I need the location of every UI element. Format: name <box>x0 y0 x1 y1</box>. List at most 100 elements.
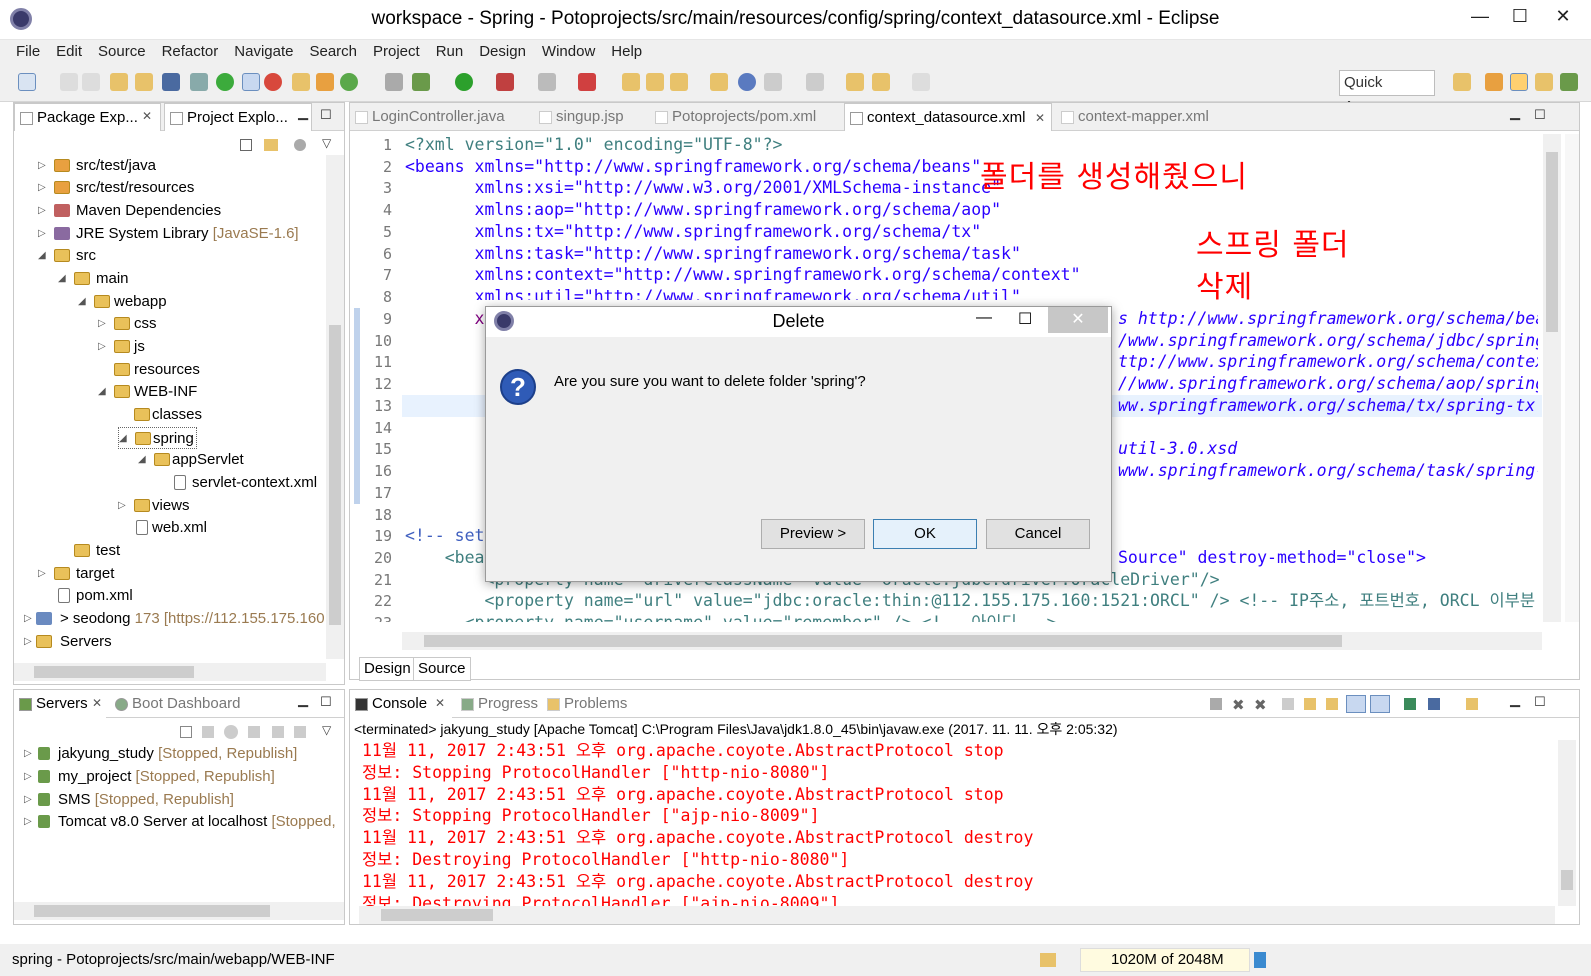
skip-breakpoints-icon[interactable] <box>190 73 208 91</box>
tab-pom[interactable]: Potoprojects/pom.xml <box>650 103 836 131</box>
tree-item[interactable]: pom.xml <box>58 585 133 607</box>
terminate-icon[interactable] <box>1210 698 1222 710</box>
tree-item[interactable]: ◢ webapp <box>78 291 167 313</box>
toggle-mark-icon[interactable] <box>242 73 260 91</box>
code-line[interactable]: s http://www.springframework.org/schema/… <box>1118 308 1538 330</box>
tree-item[interactable]: ◢ main <box>58 268 129 290</box>
menu-design[interactable]: Design <box>471 40 534 64</box>
debug-icon[interactable] <box>412 73 430 91</box>
console-horizontal-scrollbar[interactable] <box>359 906 1555 924</box>
tree-item[interactable]: ◢ WEB-INF <box>98 381 197 403</box>
tree-item[interactable]: ▷ JRE System Library [JavaSE-1.6] <box>38 223 299 245</box>
menu-window[interactable]: Window <box>534 40 603 64</box>
maximize-icon[interactable]: ☐ <box>1500 4 1540 28</box>
minimize-icon[interactable]: — <box>1460 4 1500 28</box>
menu-search[interactable]: Search <box>301 40 365 64</box>
editor-horizontal-scrollbar[interactable] <box>402 632 1542 650</box>
tree-item[interactable]: web.xml <box>136 517 207 539</box>
minimize-view-icon[interactable]: ▁ <box>1510 692 1520 708</box>
dialog-maximize-icon[interactable]: ☐ <box>1018 309 1032 329</box>
stop-icon[interactable] <box>538 73 556 91</box>
server-item[interactable]: ▷ jakyung_study [Stopped, Republish] <box>24 743 297 765</box>
tree-item[interactable]: test <box>58 540 120 562</box>
new-package-icon[interactable] <box>292 73 310 91</box>
quick-access-input[interactable]: Quick Access <box>1339 70 1435 115</box>
ok-button[interactable]: OK <box>873 519 977 549</box>
maximize-view-icon[interactable]: ☐ <box>320 694 332 710</box>
tab-package-explorer[interactable]: Package Exp... <box>14 103 161 131</box>
code-line[interactable]: www.springframework.org/schema/task/spri… <box>1118 460 1538 482</box>
back-icon[interactable] <box>872 73 890 91</box>
close-tab-icon[interactable]: ✕ <box>435 696 445 710</box>
next-annotation-icon[interactable] <box>764 73 782 91</box>
code-line[interactable]: <bea <box>405 547 485 569</box>
code-line[interactable]: //www.springframework.org/schema/aop/spr… <box>1118 373 1538 395</box>
scroll-lock-icon[interactable] <box>1304 698 1316 710</box>
menu-run[interactable]: Run <box>428 40 472 64</box>
view-menu-icon[interactable]: ▽ <box>322 723 331 737</box>
server-item[interactable]: ▷ Tomcat v8.0 Server at localhost [Stoppe… <box>24 811 336 833</box>
tree-item[interactable]: ▷ target <box>38 563 114 585</box>
preview-button[interactable]: Preview > <box>761 519 865 549</box>
code-line[interactable]: /www.springframework.org/schema/jdbc/spr… <box>1118 330 1538 352</box>
open-perspective-icon[interactable] <box>1453 73 1471 91</box>
menu-edit[interactable]: Edit <box>48 40 90 64</box>
stop-server-icon[interactable] <box>264 73 282 91</box>
filter-icon[interactable] <box>294 139 306 151</box>
tab-design[interactable]: Design <box>359 657 416 681</box>
maximize-view-icon[interactable]: ☐ <box>320 107 332 123</box>
background-tasks-icon[interactable] <box>1040 953 1056 967</box>
menu-source[interactable]: Source <box>90 40 154 64</box>
code-line[interactable]: xmlns:context="http://www.springframewor… <box>405 264 1081 286</box>
save-icon[interactable] <box>60 73 78 91</box>
code-line[interactable]: xmlns:xsi="http://www.w3.org/2001/XMLSch… <box>405 177 1002 199</box>
open-task-icon[interactable] <box>135 73 153 91</box>
debug-server-icon[interactable] <box>202 726 214 738</box>
editor-vertical-scrollbar[interactable] <box>1543 134 1561 622</box>
minimize-view-icon[interactable]: ▁ <box>298 692 308 708</box>
tab-context-mapper[interactable]: context-mapper.xml <box>1056 103 1226 131</box>
menu-refactor[interactable]: Refactor <box>154 40 227 64</box>
code-line[interactable]: ww.springframework.org/schema/tx/spring-… <box>1118 395 1538 417</box>
close-tab-icon[interactable]: ✕ <box>92 696 102 710</box>
coverage-icon[interactable] <box>385 73 403 91</box>
deploy-icon[interactable] <box>578 73 596 91</box>
tab-context-datasource[interactable]: context_datasource.xml ✕ <box>844 103 1052 131</box>
garbage-collect-icon[interactable] <box>1254 952 1266 968</box>
code-line[interactable]: <property name="username" value="remembe… <box>405 612 1540 622</box>
java-ee-perspective-icon[interactable] <box>1485 73 1503 91</box>
close-icon[interactable]: ✕ <box>1543 4 1583 28</box>
code-line[interactable]: <!-- set <box>405 525 484 547</box>
prev-annotation-icon[interactable] <box>806 73 824 91</box>
code-line[interactable]: xmlns:tx="http://www.springframework.org… <box>405 221 982 243</box>
open-type-icon[interactable] <box>110 73 128 91</box>
profile-icon[interactable] <box>248 726 260 738</box>
server-item[interactable]: ▷ SMS [Stopped, Republish] <box>24 789 234 811</box>
publish-icon[interactable] <box>294 726 306 738</box>
servers-horizontal-scrollbar[interactable] <box>14 902 344 920</box>
dialog-minimize-icon[interactable]: — <box>976 309 992 327</box>
show-on-stderr-icon[interactable] <box>1370 695 1390 713</box>
maximize-view-icon[interactable]: ☐ <box>1534 107 1546 123</box>
minimize-view-icon[interactable]: ▁ <box>298 105 308 121</box>
tree-item[interactable]: ◢ appServlet <box>138 449 244 471</box>
tree-item[interactable]: classes <box>118 404 202 426</box>
terminal-icon[interactable] <box>162 73 180 91</box>
run-icon[interactable] <box>455 73 473 91</box>
word-wrap-icon[interactable] <box>1326 698 1338 710</box>
tree-item[interactable]: ▷ src/test/java <box>38 155 156 177</box>
external-tools-icon[interactable] <box>496 73 514 91</box>
tab-problems[interactable]: Problems <box>542 690 642 718</box>
open-resource-icon[interactable] <box>710 73 728 91</box>
remove-all-icon[interactable]: ✖ <box>1254 696 1267 714</box>
debug-perspective-icon[interactable] <box>1560 73 1578 91</box>
collapse-all-icon[interactable] <box>240 139 252 151</box>
open-project-icon[interactable] <box>622 73 640 91</box>
tree-item[interactable]: resources <box>98 359 200 381</box>
new-class-icon[interactable] <box>316 73 334 91</box>
code-line[interactable]: xmlns:task="http://www.springframework.o… <box>405 243 1021 265</box>
close-tab-icon[interactable]: ✕ <box>142 109 152 123</box>
console-vertical-scrollbar[interactable] <box>1558 740 1576 906</box>
server-item[interactable]: ▷ my_project [Stopped, Republish] <box>24 766 275 788</box>
open-folder-icon[interactable] <box>646 73 664 91</box>
